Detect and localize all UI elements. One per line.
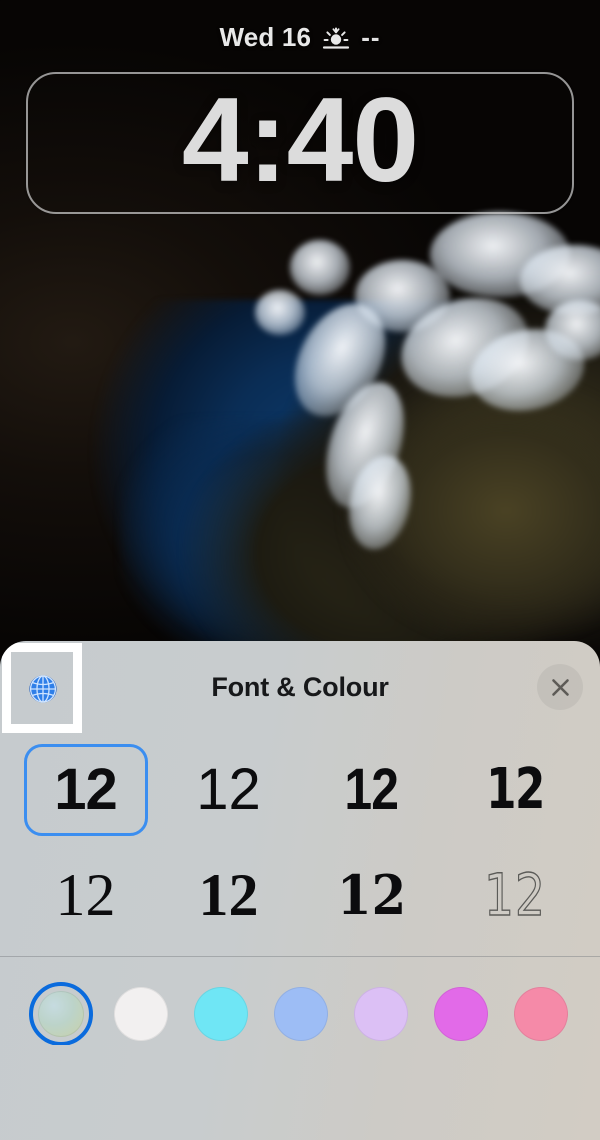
panel-header: Font & Colour [0,641,600,733]
font-sample: 12 [336,862,407,927]
swatch-fill [354,987,408,1041]
colour-swatch-magenta[interactable] [430,983,492,1045]
temperature-value: -- [361,22,381,52]
colour-swatch-cyan[interactable] [190,983,252,1045]
panel-title: Font & Colour [211,671,389,702]
font-style-grid: 12 12 12 12 12 12 12 12 [0,733,600,947]
font-sample: 12 [196,756,261,822]
colour-swatch-blue[interactable] [270,983,332,1045]
sunset-icon [322,25,350,51]
clock-widget-frame[interactable]: 4:40 [26,72,574,214]
swatch-fill [434,987,488,1041]
font-sample: 12 [54,756,118,822]
font-option-sans-light[interactable]: 12 [167,744,291,836]
cloud [290,240,350,295]
font-and-colour-panel: Font & Colour 12 12 12 12 12 12 12 12 [0,641,600,1140]
colour-swatch-pink[interactable] [510,983,572,1045]
swatch-fill [38,991,84,1037]
colour-swatch-white[interactable] [110,983,172,1045]
swatch-fill [114,987,168,1041]
swatch-fill [194,987,248,1041]
close-icon [551,678,569,696]
font-sample: 12 [198,861,259,928]
font-sample: 12 [483,860,546,929]
close-button[interactable] [537,664,583,710]
colour-swatch-row [0,957,600,1045]
swatch-fill [274,987,328,1041]
font-option-slab-serif[interactable]: 12 [310,849,434,941]
cloud [255,290,305,335]
swatch-fill [514,987,568,1041]
clock-time: 4:40 [181,73,419,207]
colour-swatch-natural[interactable] [29,982,93,1045]
date-label: Wed 16 [219,22,312,52]
font-sample: 12 [55,861,116,928]
font-option-sans-bold[interactable]: 12 [23,743,148,836]
globe-icon [29,675,57,703]
font-option-serif-bold[interactable]: 12 [167,849,291,941]
font-option-sans-slant[interactable]: 12 [453,744,577,836]
font-option-outline-inline[interactable]: 12 [453,849,577,941]
lock-screen-date-widget[interactable]: Wed 16 -- [0,22,600,53]
font-sample: 12 [485,756,545,822]
colour-swatch-lavender[interactable] [350,983,412,1045]
font-option-sans-condensed[interactable]: 12 [310,744,434,836]
globe-icon-button[interactable] [14,655,72,723]
lock-screen-editor: Wed 16 -- 4:40 Font & Colour 12 12 12 12… [0,0,600,1140]
font-sample: 12 [344,756,400,822]
font-option-serif-regular[interactable]: 12 [24,849,148,941]
